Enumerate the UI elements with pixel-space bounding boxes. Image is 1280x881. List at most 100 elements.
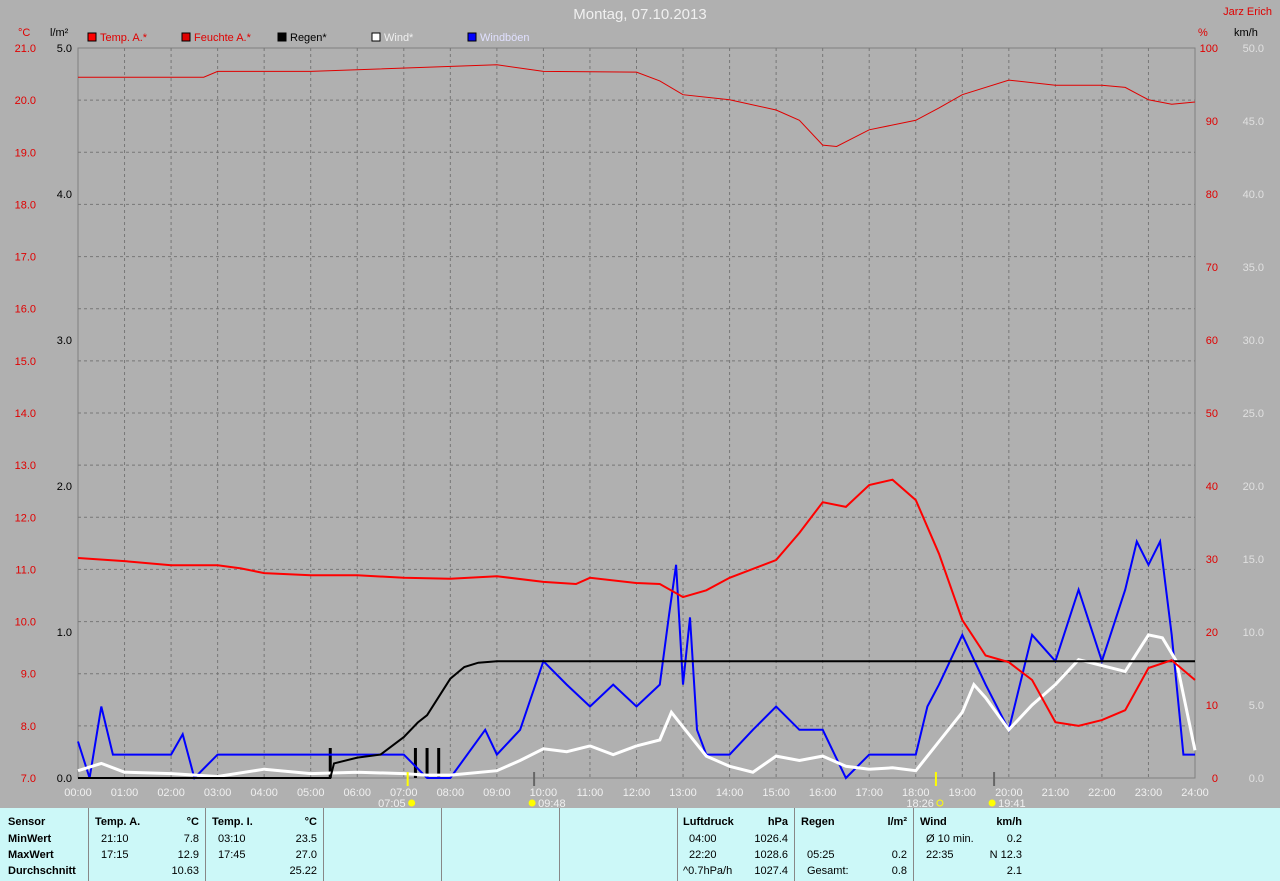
- rain-axis-unit: l/m²: [50, 27, 69, 39]
- temp-axis-unit: °C: [18, 27, 30, 39]
- unit: hPa: [767, 816, 788, 828]
- header: Luftdruck: [683, 816, 734, 828]
- time-cell: ^0.7hPa/h: [683, 865, 733, 877]
- unit: °C: [304, 816, 317, 828]
- x-tick-label: 11:00: [577, 787, 604, 799]
- x-tick-label: 05:00: [297, 787, 325, 799]
- temp-tick-label: 9.0: [21, 669, 36, 681]
- col-sensor: Sensor MinWert MaxWert Durchschnitt: [0, 808, 89, 881]
- time-cell: 17:45: [218, 849, 246, 861]
- header: Temp. A.: [95, 816, 141, 828]
- humidity-tick-label: 40: [1206, 481, 1218, 493]
- time-cell: 17:15: [101, 849, 129, 861]
- legend-label: Regen*: [290, 32, 327, 44]
- x-tick-label: 06:00: [343, 787, 371, 799]
- moonrise-icon: [528, 799, 536, 807]
- temp-tick-label: 16.0: [15, 304, 36, 316]
- x-tick-label: 16:00: [809, 787, 837, 799]
- value-cell: 23.5: [295, 833, 317, 845]
- temp-tick-label: 13.0: [15, 460, 36, 472]
- x-tick-label: 19:00: [949, 787, 977, 799]
- humidity-tick-label: 10: [1206, 700, 1218, 712]
- temp-tick-label: 20.0: [15, 95, 36, 107]
- x-tick-label: 14:00: [716, 787, 744, 799]
- x-tick-label: 21:00: [1042, 787, 1070, 799]
- moonset-time: 19:41: [998, 798, 1026, 808]
- temp-tick-label: 12.0: [15, 512, 36, 524]
- unit: °C: [186, 816, 199, 828]
- legend-label: Wind*: [384, 32, 414, 44]
- wind-tick-label: 20.0: [1243, 481, 1264, 493]
- x-tick-label: 13:00: [669, 787, 697, 799]
- col-rain: Regen l/m² 05:25 0.2 Gesamt: 0.8: [795, 808, 914, 881]
- x-tick-label: 23:00: [1135, 787, 1163, 799]
- legend-swatch: [371, 32, 381, 42]
- wind-tick-label: 25.0: [1243, 408, 1264, 420]
- humidity-tick-label: 50: [1206, 408, 1218, 420]
- wind-tick-label: 10.0: [1243, 627, 1264, 639]
- x-tick-label: 12:00: [623, 787, 651, 799]
- wind-tick-label: 15.0: [1243, 554, 1264, 566]
- humidity-tick-label: 90: [1206, 116, 1218, 128]
- unit: l/m²: [887, 816, 907, 828]
- wind-tick-label: 5.0: [1249, 700, 1264, 712]
- temp-tick-label: 11.0: [15, 564, 36, 576]
- header: Sensor: [8, 816, 46, 828]
- x-tick-label: 08:00: [437, 787, 465, 799]
- rain-tick-label: 5.0: [57, 43, 72, 55]
- empty-col: [323, 808, 442, 881]
- legend-swatch: [277, 32, 287, 42]
- temp-tick-label: 18.0: [15, 199, 36, 211]
- time-cell: Gesamt:: [807, 865, 849, 877]
- wind-axis-unit: km/h: [1234, 27, 1258, 39]
- rain-tick-label: 2.0: [57, 481, 72, 493]
- value-cell: 7.8: [183, 833, 199, 845]
- time-cell: Ø 10 min.: [926, 833, 974, 845]
- time-cell: 04:00: [689, 833, 717, 845]
- row-label: MinWert: [8, 833, 52, 845]
- time-cell: 05:25: [807, 849, 835, 861]
- humidity-tick-label: 60: [1206, 335, 1218, 347]
- rain-tick-label: 3.0: [57, 335, 72, 347]
- value-cell: 10.63: [171, 865, 199, 877]
- row-label: MaxWert: [8, 849, 54, 861]
- header: Wind: [920, 816, 947, 828]
- weather-chart: 7.0 8.0 9.0 10.0 11.0 12.0 13.0 14.0 15.0 16.0 17.…: [15, 27, 1264, 808]
- humidity-tick-label: 30: [1206, 554, 1218, 566]
- header: Regen: [801, 816, 835, 828]
- value-cell: N 12.3: [989, 849, 1022, 861]
- value-cell: 0.8: [891, 865, 907, 877]
- empty-col: [441, 808, 560, 881]
- wind-tick-label: 45.0: [1243, 116, 1264, 128]
- temp-tick-label: 7.0: [21, 773, 36, 785]
- col-pressure: Luftdruck hPa 04:00 1026.4 22:20 1028.6 ^0.7hP…: [677, 808, 795, 881]
- x-tick-label: 00:00: [64, 787, 92, 799]
- col-wind: Wind km/h Ø 10 min. 0.2 22:35 N 12.3 2.1: [914, 808, 1034, 881]
- value-cell: 0.2: [1006, 833, 1022, 845]
- temp-tick-label: 14.0: [15, 408, 36, 420]
- value-cell: 1028.6: [754, 849, 788, 861]
- moonset-icon: [988, 799, 996, 807]
- sunset-icon: [936, 799, 944, 807]
- value-cell: 1027.4: [754, 865, 788, 877]
- wind-tick-label: 35.0: [1243, 262, 1264, 274]
- x-tick-label: 04:00: [250, 787, 278, 799]
- x-tick-label: 09:00: [483, 787, 511, 799]
- wind-tick-label: 0.0: [1249, 773, 1264, 785]
- rain-tick-label: 4.0: [57, 189, 72, 201]
- x-tick-label: 24:00: [1181, 787, 1209, 799]
- header: Temp. I.: [212, 816, 253, 828]
- x-tick-label: 17:00: [855, 787, 883, 799]
- time-cell: 22:35: [926, 849, 954, 861]
- x-tick-label: 02:00: [157, 787, 185, 799]
- x-tick-label: 22:00: [1088, 787, 1116, 799]
- temp-tick-label: 15.0: [15, 356, 36, 368]
- temp-tick-label: 21.0: [15, 43, 36, 55]
- empty-col: [559, 808, 678, 881]
- stats-table: Sensor MinWert MaxWert Durchschnitt Temp…: [0, 808, 1280, 881]
- humidity-tick-label: 80: [1206, 189, 1218, 201]
- humidity-axis-unit: %: [1198, 27, 1208, 39]
- value-cell: 12.9: [177, 849, 199, 861]
- legend-swatch: [467, 32, 477, 42]
- value-cell: 0.2: [891, 849, 907, 861]
